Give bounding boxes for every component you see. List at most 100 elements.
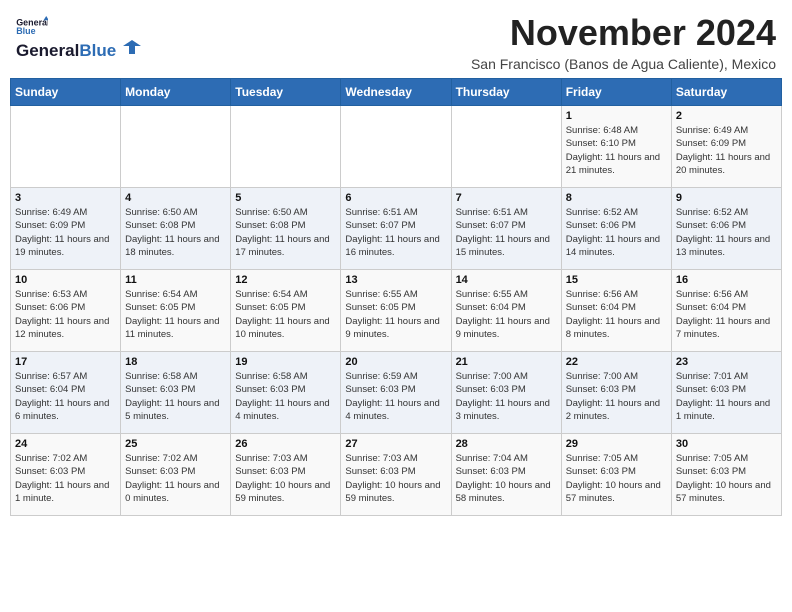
calendar-week-row: 24 Sunrise: 7:02 AM Sunset: 6:03 PM Dayli…	[11, 434, 782, 516]
day-number: 29	[566, 438, 667, 450]
day-info: Sunrise: 6:50 AM Sunset: 6:08 PM Dayligh…	[125, 206, 226, 259]
calendar-cell: 3 Sunrise: 6:49 AM Sunset: 6:09 PM Daylig…	[11, 188, 121, 270]
day-info: Sunrise: 6:49 AM Sunset: 6:09 PM Dayligh…	[15, 206, 116, 259]
calendar-cell: 29 Sunrise: 7:05 AM Sunset: 6:03 PM Dayli…	[561, 434, 671, 516]
calendar-cell: 20 Sunrise: 6:59 AM Sunset: 6:03 PM Dayli…	[341, 352, 451, 434]
day-number: 16	[676, 274, 777, 286]
svg-text:Blue: Blue	[16, 26, 35, 36]
calendar-cell: 27Sunrise: 7:03 AM Sunset: 6:03 PM Dayli…	[341, 434, 451, 516]
title-block: November 2024 San Francisco (Banos de Ag…	[471, 12, 776, 72]
day-info: Sunrise: 7:01 AM Sunset: 6:03 PM Dayligh…	[676, 370, 777, 423]
day-info: Sunrise: 7:04 AM Sunset: 6:03 PM Dayligh…	[456, 452, 557, 505]
calendar-cell: 1 Sunrise: 6:48 AM Sunset: 6:10 PM Daylig…	[561, 106, 671, 188]
day-info: Sunrise: 6:53 AM Sunset: 6:06 PM Dayligh…	[15, 288, 116, 341]
logo-blue: Blue	[79, 41, 116, 60]
day-info: Sunrise: 7:05 AM Sunset: 6:03 PM Dayligh…	[566, 452, 667, 505]
day-number: 13	[345, 274, 446, 286]
day-info: Sunrise: 6:58 AM Sunset: 6:03 PM Dayligh…	[235, 370, 336, 423]
calendar-cell: 21 Sunrise: 7:00 AM Sunset: 6:03 PM Dayli…	[451, 352, 561, 434]
weekday-header-tuesday: Tuesday	[231, 79, 341, 106]
weekday-header-thursday: Thursday	[451, 79, 561, 106]
calendar-cell: 5Sunrise: 6:50 AM Sunset: 6:08 PM Daylig…	[231, 188, 341, 270]
calendar-cell	[341, 106, 451, 188]
day-info: Sunrise: 6:55 AM Sunset: 6:05 PM Dayligh…	[345, 288, 446, 341]
calendar-cell: 22 Sunrise: 7:00 AM Sunset: 6:03 PM Dayli…	[561, 352, 671, 434]
calendar-cell: 16 Sunrise: 6:56 AM Sunset: 6:04 PM Dayli…	[671, 270, 781, 352]
calendar-cell	[231, 106, 341, 188]
day-number: 22	[566, 356, 667, 368]
day-number: 24	[15, 438, 116, 450]
calendar-cell	[11, 106, 121, 188]
calendar-week-row: 1 Sunrise: 6:48 AM Sunset: 6:10 PM Daylig…	[11, 106, 782, 188]
day-info: Sunrise: 6:56 AM Sunset: 6:04 PM Dayligh…	[676, 288, 777, 341]
day-info: Sunrise: 6:51 AM Sunset: 6:07 PM Dayligh…	[456, 206, 557, 259]
calendar-cell: 15Sunrise: 6:56 AM Sunset: 6:04 PM Dayli…	[561, 270, 671, 352]
day-number: 21	[456, 356, 557, 368]
calendar-cell: 14Sunrise: 6:55 AM Sunset: 6:04 PM Dayli…	[451, 270, 561, 352]
day-number: 3	[15, 192, 116, 204]
day-info: Sunrise: 6:51 AM Sunset: 6:07 PM Dayligh…	[345, 206, 446, 259]
day-number: 25	[125, 438, 226, 450]
day-number: 14	[456, 274, 557, 286]
day-info: Sunrise: 7:02 AM Sunset: 6:03 PM Dayligh…	[15, 452, 116, 505]
calendar-table: SundayMondayTuesdayWednesdayThursdayFrid…	[10, 78, 782, 516]
calendar-cell: 10 Sunrise: 6:53 AM Sunset: 6:06 PM Dayli…	[11, 270, 121, 352]
calendar-cell: 6 Sunrise: 6:51 AM Sunset: 6:07 PM Daylig…	[341, 188, 451, 270]
day-number: 20	[345, 356, 446, 368]
day-number: 8	[566, 192, 667, 204]
calendar-cell: 11 Sunrise: 6:54 AM Sunset: 6:05 PM Dayli…	[121, 270, 231, 352]
calendar-body: 1 Sunrise: 6:48 AM Sunset: 6:10 PM Daylig…	[11, 106, 782, 516]
day-number: 9	[676, 192, 777, 204]
day-info: Sunrise: 7:00 AM Sunset: 6:03 PM Dayligh…	[456, 370, 557, 423]
day-number: 11	[125, 274, 226, 286]
weekday-header-saturday: Saturday	[671, 79, 781, 106]
day-number: 10	[15, 274, 116, 286]
day-number: 26	[235, 438, 336, 450]
logo-bird-icon	[123, 38, 141, 56]
calendar-cell: 13 Sunrise: 6:55 AM Sunset: 6:05 PM Dayli…	[341, 270, 451, 352]
day-info: Sunrise: 6:52 AM Sunset: 6:06 PM Dayligh…	[566, 206, 667, 259]
day-number: 15	[566, 274, 667, 286]
calendar-week-row: 3 Sunrise: 6:49 AM Sunset: 6:09 PM Daylig…	[11, 188, 782, 270]
day-number: 18	[125, 356, 226, 368]
calendar-cell: 17Sunrise: 6:57 AM Sunset: 6:04 PM Dayli…	[11, 352, 121, 434]
calendar-cell: 18 Sunrise: 6:58 AM Sunset: 6:03 PM Dayli…	[121, 352, 231, 434]
page-header: General Blue GeneralBlue November 2024 S…	[0, 0, 792, 78]
logo-icon: General Blue	[16, 16, 48, 36]
day-number: 2	[676, 110, 777, 122]
calendar-cell	[121, 106, 231, 188]
day-info: Sunrise: 6:52 AM Sunset: 6:06 PM Dayligh…	[676, 206, 777, 259]
day-number: 4	[125, 192, 226, 204]
day-info: Sunrise: 7:03 AM Sunset: 6:03 PM Dayligh…	[235, 452, 336, 505]
day-number: 28	[456, 438, 557, 450]
logo-general: General	[16, 41, 79, 60]
calendar-cell: 28 Sunrise: 7:04 AM Sunset: 6:03 PM Dayli…	[451, 434, 561, 516]
calendar-container: SundayMondayTuesdayWednesdayThursdayFrid…	[0, 78, 792, 526]
weekday-header-friday: Friday	[561, 79, 671, 106]
day-number: 6	[345, 192, 446, 204]
calendar-cell	[451, 106, 561, 188]
day-info: Sunrise: 6:50 AM Sunset: 6:08 PM Dayligh…	[235, 206, 336, 259]
calendar-cell: 19 Sunrise: 6:58 AM Sunset: 6:03 PM Dayli…	[231, 352, 341, 434]
day-number: 17	[15, 356, 116, 368]
day-info: Sunrise: 6:49 AM Sunset: 6:09 PM Dayligh…	[676, 124, 777, 177]
location-subtitle: San Francisco (Banos de Agua Caliente), …	[471, 56, 776, 72]
day-number: 12	[235, 274, 336, 286]
weekday-header-sunday: Sunday	[11, 79, 121, 106]
calendar-cell: 30Sunrise: 7:05 AM Sunset: 6:03 PM Dayli…	[671, 434, 781, 516]
day-info: Sunrise: 6:48 AM Sunset: 6:10 PM Dayligh…	[566, 124, 667, 177]
day-info: Sunrise: 7:00 AM Sunset: 6:03 PM Dayligh…	[566, 370, 667, 423]
day-info: Sunrise: 6:58 AM Sunset: 6:03 PM Dayligh…	[125, 370, 226, 423]
day-number: 7	[456, 192, 557, 204]
day-number: 1	[566, 110, 667, 122]
day-number: 27	[345, 438, 446, 450]
month-title: November 2024	[471, 12, 776, 54]
calendar-cell: 4 Sunrise: 6:50 AM Sunset: 6:08 PM Daylig…	[121, 188, 231, 270]
calendar-week-row: 17Sunrise: 6:57 AM Sunset: 6:04 PM Dayli…	[11, 352, 782, 434]
day-info: Sunrise: 6:54 AM Sunset: 6:05 PM Dayligh…	[125, 288, 226, 341]
day-number: 19	[235, 356, 336, 368]
logo: General Blue GeneralBlue	[16, 16, 141, 61]
weekday-header-wednesday: Wednesday	[341, 79, 451, 106]
calendar-header: SundayMondayTuesdayWednesdayThursdayFrid…	[11, 79, 782, 106]
day-info: Sunrise: 6:59 AM Sunset: 6:03 PM Dayligh…	[345, 370, 446, 423]
